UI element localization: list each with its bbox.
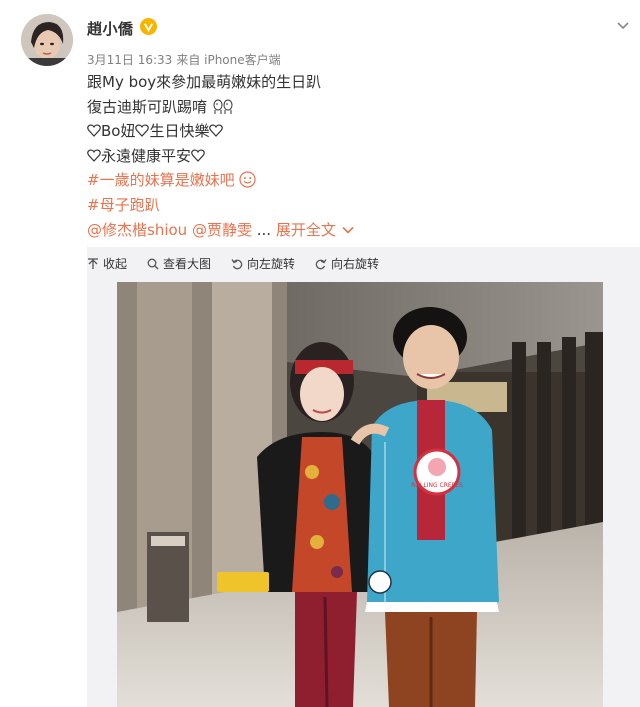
username[interactable]: 趙小僑: [87, 18, 134, 39]
collapse-button[interactable]: 收起: [87, 255, 127, 272]
post-line-1: 跟My boy來參加最萌嫩妹的生日趴: [87, 73, 322, 91]
topic-link[interactable]: #一歲的妹算是嫩妹吧: [87, 171, 235, 189]
post-line-3: Bo妞 生日快樂: [87, 119, 607, 144]
post-date[interactable]: 3月11日 16:33: [87, 53, 172, 67]
rotate-right-icon: [315, 258, 327, 269]
avatar[interactable]: [21, 14, 73, 66]
rotate-left-icon: [231, 258, 243, 269]
ellipsis: ...: [256, 220, 272, 239]
avatar-image: [21, 14, 73, 66]
post-line-4: 永遠健康平安: [87, 144, 607, 169]
chevron-down-icon[interactable]: [616, 18, 630, 32]
media-panel: 收起 查看大图 向左旋转 向右旋转 ROLLING CREPES: [87, 247, 640, 707]
heart-outline-icon: [87, 149, 101, 162]
post-content: 跟My boy來參加最萌嫩妹的生日趴 復古迪斯可趴踢唷 Bo妞 生日快樂 永遠健康…: [87, 70, 607, 242]
mention-link[interactable]: @修杰楷shiou: [87, 221, 187, 239]
heart-outline-icon: [209, 124, 224, 138]
rotate-left-button[interactable]: 向左旋转: [231, 255, 295, 272]
rotate-right-button[interactable]: 向右旋转: [315, 255, 379, 272]
smile-emoji-icon: [239, 171, 256, 188]
topic-line-2: #母子跑趴: [87, 193, 607, 218]
topic-link[interactable]: #母子跑趴: [87, 196, 160, 214]
party-photo-image: ROLLING CREPES: [117, 282, 603, 707]
view-large-label: 查看大图: [163, 257, 212, 271]
post-meta: 3月11日 16:33 来自 iPhone客户端: [87, 51, 285, 68]
rotate-right-label: 向右旋转: [331, 257, 380, 271]
post-line-2-text: 復古迪斯可趴踢唷: [87, 97, 208, 116]
post-line-2: 復古迪斯可趴踢唷: [87, 95, 607, 120]
post-line-3-name: Bo妞: [101, 122, 136, 141]
view-large-button[interactable]: 查看大图: [147, 255, 211, 272]
media-toolbar: 收起 查看大图 向左旋转 向右旋转: [87, 247, 640, 280]
topic-line-1: #一歲的妹算是嫩妹吧: [87, 168, 607, 193]
chevron-down-icon[interactable]: [342, 226, 354, 234]
rotate-left-label: 向左旋转: [247, 257, 296, 271]
expand-full-text-link[interactable]: 展开全文: [276, 221, 336, 239]
post-photo[interactable]: ROLLING CREPES: [117, 282, 603, 707]
jacket-badge-text: ROLLING CREPES: [411, 482, 463, 489]
verified-badge-icon: [140, 18, 157, 35]
heart-outline-icon: [135, 124, 150, 138]
collapse-label: 收起: [103, 257, 128, 271]
post-line-3-wish: 生日快樂: [149, 122, 210, 141]
dogs-emoji-icon: [213, 99, 233, 114]
heart-outline-icon: [87, 124, 101, 138]
post-line-4-text: 永遠健康平安: [101, 146, 192, 165]
mention-link[interactable]: @贾静雯: [192, 221, 252, 239]
collapse-icon: [88, 257, 98, 269]
weibo-post: 趙小僑 3月11日 16:33 来自 iPhone客户端 跟My boy來參加最萌…: [0, 0, 640, 707]
mentions-line: @修杰楷shiou @贾静雯 ... 展开全文: [87, 218, 607, 243]
search-icon: [147, 258, 159, 269]
post-source: 来自 iPhone客户端: [176, 53, 281, 67]
heart-outline-icon: [191, 149, 205, 162]
